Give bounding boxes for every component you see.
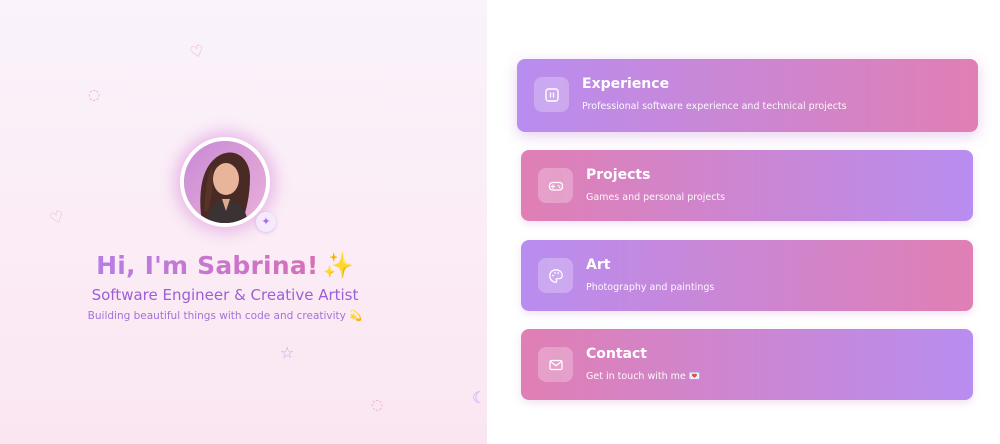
drop-decoration-icon: ◌ (88, 87, 101, 103)
card-title: Art (586, 257, 611, 273)
card-art[interactable]: Art Photography and paintings (521, 240, 973, 311)
mail-icon (538, 347, 573, 382)
hero-subtitle: Software Engineer & Creative Artist (91, 286, 359, 304)
palette-icon (538, 258, 573, 293)
navigation-panel: Experience Professional software experie… (487, 0, 1000, 444)
star-decoration-icon: ☆ (280, 343, 295, 362)
moon-decoration-icon: ☾ (472, 388, 487, 407)
card-description: Professional software experience and tec… (582, 101, 847, 112)
heart-decoration-icon: ♡ (47, 206, 67, 229)
card-title: Projects (586, 167, 651, 183)
sparkles-icon: ✦ (256, 212, 276, 232)
avatar (184, 141, 266, 223)
hero-title: Hi, I'm Sabrina! ✨ (0, 250, 450, 282)
avatar-frame (180, 137, 270, 227)
code-icon (534, 77, 569, 112)
card-experience[interactable]: Experience Professional software experie… (517, 59, 978, 132)
drop-decoration-icon: ◌ (371, 397, 384, 413)
card-description: Get in touch with me 💌 (586, 371, 701, 382)
heart-decoration-icon: ♡ (187, 40, 207, 63)
card-contact[interactable]: Contact Get in touch with me 💌 (521, 329, 973, 400)
hero-title-text: Hi, I'm Sabrina! (96, 251, 319, 280)
card-description: Photography and paintings (586, 282, 715, 293)
hero-panel: ♡ ♡ ◌ ◌ ☆ ☾ ✦ Hi, I'm Sabrina! ✨ Softwar… (0, 0, 487, 444)
sparkle-icon: ✨ (322, 251, 354, 280)
card-projects[interactable]: Projects Games and personal projects (521, 150, 973, 221)
gamepad-icon (538, 168, 573, 203)
card-description: Games and personal projects (586, 192, 726, 203)
avatar-photo (184, 141, 266, 223)
card-title: Contact (586, 346, 647, 362)
card-title: Experience (582, 76, 670, 92)
hero-tagline: Building beautiful things with code and … (87, 310, 363, 322)
